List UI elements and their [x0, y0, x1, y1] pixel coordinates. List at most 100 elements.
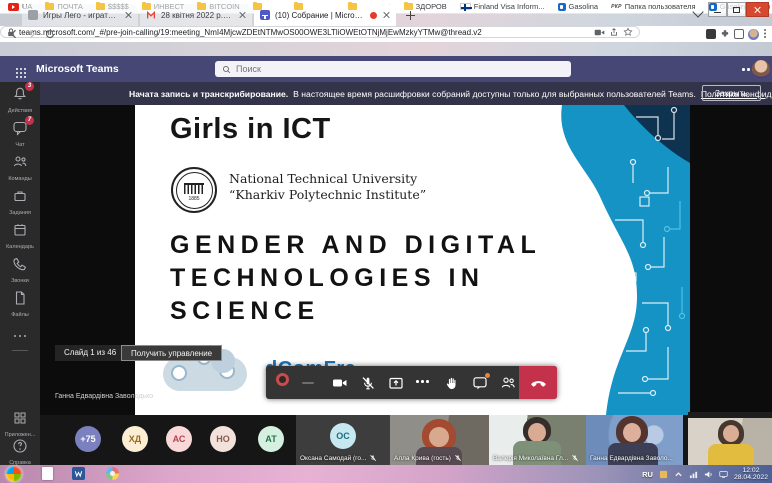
- raise-hand-button[interactable]: [444, 375, 460, 391]
- camera-in-use-icon[interactable]: [594, 28, 605, 37]
- briefcase-icon: [12, 188, 28, 204]
- bookmark-gasolina-1[interactable]: Gasolina: [558, 2, 599, 11]
- search-input[interactable]: [236, 64, 564, 74]
- video-tile-valeriia[interactable]: Валерія Миколаївна Гл...: [489, 415, 586, 465]
- sidebar-item-activity[interactable]: 3 Действия: [0, 86, 40, 114]
- windows-taskbar: RU 12:02 28.04.2022: [0, 465, 772, 483]
- bookmark-zdorov[interactable]: ЗДОРОВ: [404, 2, 447, 11]
- video-tile-alla[interactable]: Алла Крива (гость): [390, 415, 489, 465]
- language-indicator[interactable]: RU: [642, 470, 653, 479]
- sidebar-item-apps[interactable]: Приложен...: [0, 410, 40, 438]
- extension-icon[interactable]: [706, 29, 716, 39]
- participants-button[interactable]: [500, 375, 516, 391]
- sidebar-more-button[interactable]: [0, 324, 40, 342]
- taskbar-word-icon[interactable]: [72, 467, 86, 481]
- more-actions-button[interactable]: [416, 380, 432, 396]
- bookmark-finland-visa[interactable]: Finland Visa Inform...: [460, 2, 545, 11]
- participant-avatar[interactable]: АТ: [258, 426, 284, 452]
- back-icon[interactable]: [8, 28, 20, 40]
- video-tile-hanna[interactable]: Ганна Едвардівна Заволо...: [586, 415, 683, 465]
- microphone-muted-button[interactable]: [360, 375, 376, 391]
- app-sidebar: 3 Действия 7 Чат Команды Задания Календа…: [0, 82, 40, 465]
- banner-close-button[interactable]: Закрыть: [702, 85, 761, 101]
- gasolina-icon: [709, 3, 717, 11]
- window-restore-button[interactable]: [727, 2, 746, 17]
- camera-toggle-button[interactable]: [332, 375, 348, 391]
- taskbar-paint-icon[interactable]: [106, 467, 120, 481]
- tab-close-icon[interactable]: [238, 11, 246, 19]
- participant-avatar[interactable]: ХД: [122, 426, 148, 452]
- folder-icon: [253, 3, 262, 10]
- sidebar-item-help[interactable]: Справка: [0, 438, 40, 466]
- volume-icon[interactable]: [704, 470, 713, 479]
- folder-icon: [404, 3, 413, 10]
- browser-toolbar: [0, 26, 772, 42]
- circuit-pattern-graphic: [540, 105, 690, 415]
- apps-grid-icon: [12, 410, 28, 426]
- sidebar-item-chat[interactable]: 7 Чат: [0, 120, 40, 148]
- browser-profile-avatar[interactable]: [748, 29, 759, 40]
- participant-video: [528, 423, 546, 442]
- sidebar-item-calendar[interactable]: Календарь: [0, 222, 40, 250]
- bookmark-star-icon[interactable]: [623, 27, 633, 37]
- participant-avatar[interactable]: НО: [210, 426, 236, 452]
- browser-tab-gmail[interactable]: 28 квітня 2022 р., вебінар «Ген: [140, 4, 252, 26]
- slide-title: Girls in ICT: [170, 113, 331, 146]
- participant-initials-avatar: ОС: [330, 423, 356, 449]
- browser-menu-kebab-icon[interactable]: [764, 29, 766, 31]
- puzzle-extensions-icon[interactable]: [720, 29, 730, 39]
- teams-header: Microsoft Teams: [0, 56, 772, 82]
- chat-button[interactable]: [472, 375, 488, 391]
- tray-arrow-icon[interactable]: [674, 470, 683, 479]
- window-close-button[interactable]: [746, 2, 769, 17]
- teams-user-avatar[interactable]: [752, 60, 770, 78]
- tab-list-chevron-icon[interactable]: [694, 8, 702, 16]
- overflow-participants-avatar[interactable]: +75: [75, 426, 101, 452]
- youtube-icon: [8, 3, 19, 11]
- system-tray: RU 12:02 28.04.2022: [642, 465, 772, 483]
- action-center-icon[interactable]: [659, 470, 668, 479]
- reload-icon[interactable]: [44, 28, 56, 40]
- bookmark-user-folder[interactable]: РКРПапка пользователя: [611, 2, 695, 11]
- presenter-name-label: Ганна Едвардівна Заволодько: [55, 393, 153, 400]
- activity-badge: 3: [25, 82, 34, 91]
- new-tab-button[interactable]: [403, 8, 417, 22]
- browser-tab-lego[interactable]: Игры Лего - играть онлайн бес: [22, 4, 138, 26]
- folder-icon: [294, 3, 303, 10]
- tab-close-icon[interactable]: [382, 11, 390, 19]
- video-tile-oksana[interactable]: ОС Оксана Самодай (го...: [296, 415, 390, 465]
- side-panel-icon[interactable]: [734, 29, 744, 39]
- network-icon[interactable]: [689, 470, 698, 479]
- taskbar-document-icon[interactable]: [40, 467, 54, 481]
- folder-icon: [142, 3, 151, 10]
- share-icon[interactable]: [609, 27, 619, 37]
- address-bar[interactable]: [0, 26, 640, 38]
- sidebar-item-files[interactable]: Файлы: [0, 290, 40, 318]
- self-video-preview[interactable]: [688, 412, 772, 465]
- browser-tab-teams-active[interactable]: (10) Собрание | Microsoft T: [254, 4, 396, 26]
- share-screen-button[interactable]: [388, 375, 404, 391]
- start-button[interactable]: [6, 466, 22, 482]
- sidebar-item-assignments[interactable]: Задания: [0, 188, 40, 216]
- hang-up-button[interactable]: [519, 366, 557, 399]
- sidebar-item-calls[interactable]: Звонки: [0, 256, 40, 284]
- sidebar-divider: [12, 350, 28, 351]
- tab-recording-indicator: [370, 12, 377, 19]
- gmail-favicon: [146, 10, 156, 20]
- taskbar-clock[interactable]: 12:02 28.04.2022: [734, 467, 768, 482]
- teams-more-options-icon[interactable]: [742, 68, 745, 71]
- folder-icon: [197, 3, 206, 10]
- url-input[interactable]: [19, 27, 590, 37]
- teams-favicon: [260, 10, 270, 20]
- teams-search-box[interactable]: [215, 61, 571, 77]
- forward-icon[interactable]: [26, 28, 38, 40]
- take-control-button[interactable]: Получить управление: [121, 345, 222, 361]
- participant-avatar[interactable]: АС: [166, 426, 192, 452]
- waffle-apps-icon[interactable]: [16, 68, 18, 70]
- phone-icon: [12, 256, 28, 272]
- call-controls-bar: [266, 366, 557, 399]
- display-icon[interactable]: [719, 470, 728, 479]
- participant-video: [429, 427, 449, 447]
- sidebar-item-teams[interactable]: Команды: [0, 154, 40, 182]
- tab-close-icon[interactable]: [124, 11, 132, 19]
